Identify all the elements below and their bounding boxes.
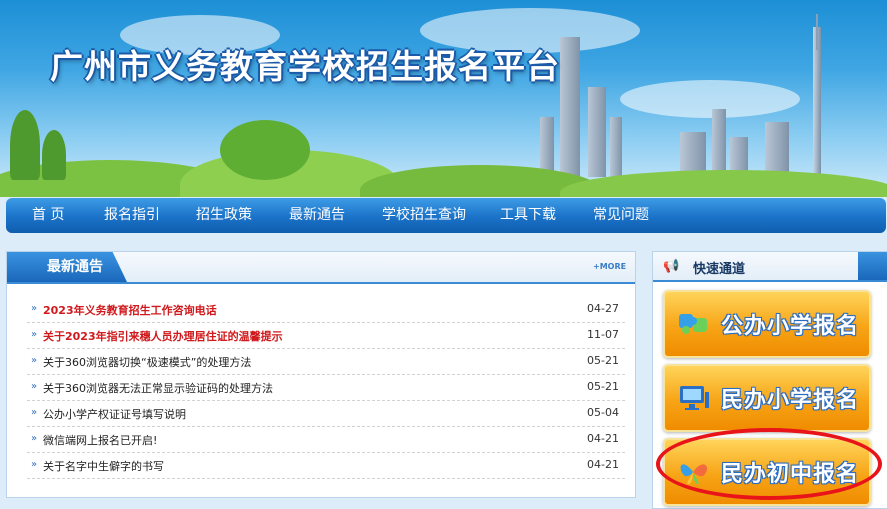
private-primary-registration-button[interactable]: 民办小学报名 xyxy=(663,364,871,432)
double-arrow-icon: » xyxy=(31,381,38,392)
notices-header: 最新通告 +MORE xyxy=(7,252,635,284)
header-accent-bar xyxy=(858,252,887,280)
notice-row: » 关于360浏览器无法正常显示验证码的处理方法 05-21 xyxy=(27,374,625,401)
building xyxy=(712,109,726,177)
nav-tool-download[interactable]: 工具下载 xyxy=(500,198,556,233)
notice-row: » 关于2023年指引来穗人员办理居住证的温馨提示 11-07 xyxy=(27,322,625,349)
cloud-decoration xyxy=(620,80,800,118)
public-primary-registration-button[interactable]: 公办小学报名 xyxy=(663,290,871,358)
notice-link[interactable]: 2023年义务教育招生工作咨询电话 xyxy=(43,302,217,318)
notice-row: » 关于360浏览器切换“极速模式”的处理方法 05-21 xyxy=(27,348,625,375)
notice-date: 04-21 xyxy=(587,458,619,471)
nav-admission-policy[interactable]: 招生政策 xyxy=(196,198,252,233)
double-arrow-icon: » xyxy=(31,355,38,366)
notice-link[interactable]: 微信端网上报名已开启! xyxy=(43,432,157,448)
nav-school-enrollment-query[interactable]: 学校招生查询 xyxy=(382,198,466,233)
notice-link[interactable]: 关于2023年指引来穗人员办理居住证的温馨提示 xyxy=(43,328,283,344)
notice-row: » 2023年义务教育招生工作咨询电话 04-27 xyxy=(27,296,625,323)
double-arrow-icon: » xyxy=(31,433,38,444)
computer-icon xyxy=(680,386,709,410)
nav-home[interactable]: 首 页 xyxy=(32,198,64,233)
butterfly-icon xyxy=(680,464,708,484)
notice-link[interactable]: 关于360浏览器切换“极速模式”的处理方法 xyxy=(43,354,251,370)
button-label: 公办小学报名 xyxy=(721,314,860,339)
megaphone-icon: 📢 xyxy=(663,259,680,274)
skyscraper-building xyxy=(560,37,580,177)
puzzle-icon xyxy=(679,314,707,334)
notice-row: » 关于名字中生僻字的书写 04-21 xyxy=(27,452,625,479)
notices-title: 最新通告 xyxy=(47,259,103,275)
notice-row: » 公办小学产权证证号填写说明 05-04 xyxy=(27,400,625,427)
building xyxy=(588,87,606,177)
tree-decoration xyxy=(42,130,66,180)
quick-access-panel: 📢 快速通道 公办小学报名 民办小学报名 民办初中报名 xyxy=(652,251,887,509)
canton-tower-antenna xyxy=(816,14,818,50)
notice-date: 05-04 xyxy=(587,406,619,419)
private-junior-high-registration-button[interactable]: 民办初中报名 xyxy=(663,438,871,506)
button-label: 民办小学报名 xyxy=(721,388,860,413)
nav-latest-notices[interactable]: 最新通告 xyxy=(289,198,345,233)
notice-link[interactable]: 公办小学产权证证号填写说明 xyxy=(43,406,186,422)
button-label: 民办初中报名 xyxy=(721,462,860,487)
notice-row: » 微信端网上报名已开启! 04-21 xyxy=(27,426,625,453)
double-arrow-icon: » xyxy=(31,329,38,340)
double-arrow-icon: » xyxy=(31,407,38,418)
tree-decoration xyxy=(10,110,40,180)
header-banner: 广州市义务教育学校招生报名平台 xyxy=(0,0,887,197)
notice-date: 05-21 xyxy=(587,380,619,393)
nav-faq[interactable]: 常见问题 xyxy=(593,198,649,233)
main-navigation: 首 页 报名指引 招生政策 最新通告 学校招生查询 工具下载 常见问题 xyxy=(6,198,886,233)
notice-date: 05-21 xyxy=(587,354,619,367)
notice-link[interactable]: 关于360浏览器无法正常显示验证码的处理方法 xyxy=(43,380,273,396)
building xyxy=(765,122,789,177)
quick-access-header: 📢 快速通道 xyxy=(653,252,887,282)
notice-link[interactable]: 关于名字中生僻字的书写 xyxy=(43,458,164,474)
double-arrow-icon: » xyxy=(31,459,38,470)
notice-date: 04-27 xyxy=(587,302,619,315)
more-link[interactable]: +MORE xyxy=(593,262,626,271)
quick-access-title: 快速通道 xyxy=(693,262,746,277)
notice-date: 11-07 xyxy=(587,328,619,341)
notice-date: 04-21 xyxy=(587,432,619,445)
latest-notices-panel: 最新通告 +MORE » 2023年义务教育招生工作咨询电话 04-27 » 关… xyxy=(6,251,636,498)
nav-registration-guide[interactable]: 报名指引 xyxy=(104,198,160,233)
double-arrow-icon: » xyxy=(31,303,38,314)
tree-decoration xyxy=(220,120,310,180)
building xyxy=(610,117,622,177)
site-title: 广州市义务教育学校招生报名平台 xyxy=(50,47,560,86)
